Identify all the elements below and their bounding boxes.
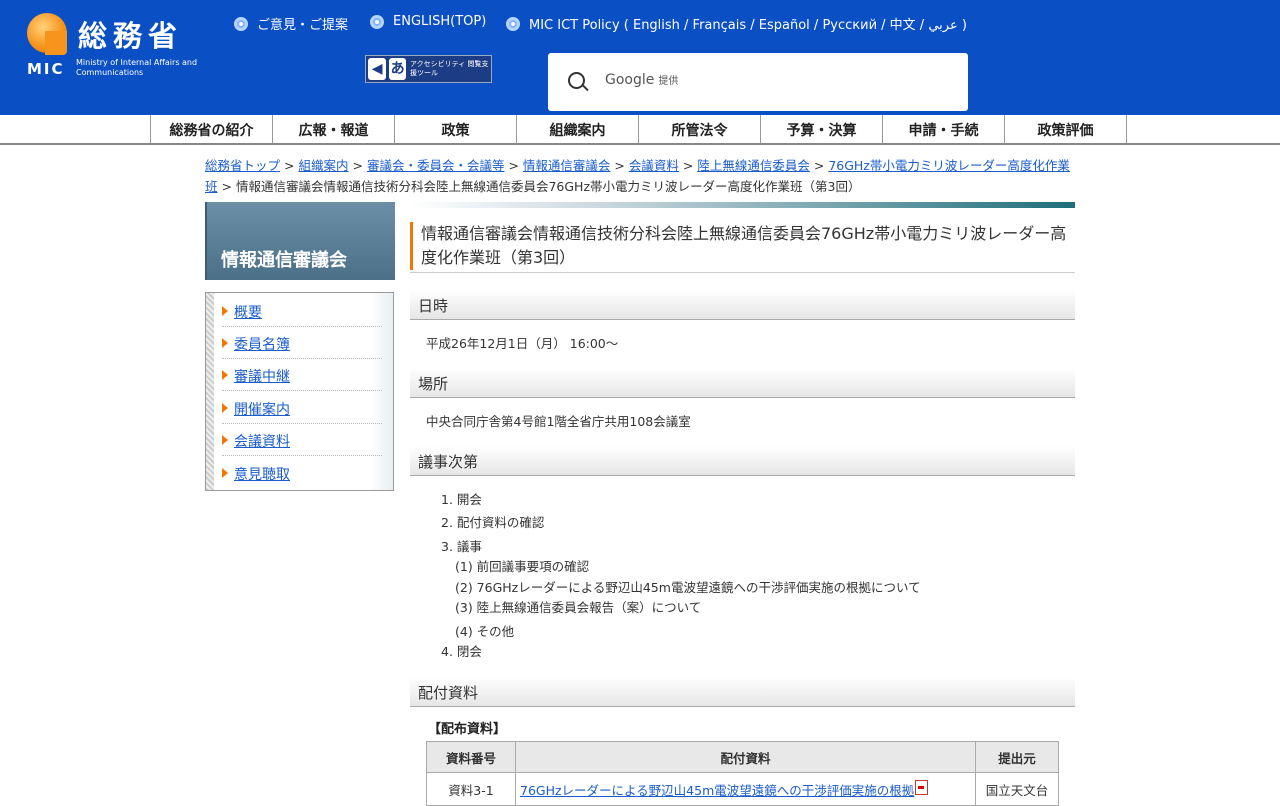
nav-laws[interactable]: 所管法令 xyxy=(639,115,761,143)
nav-press[interactable]: 広報・報道 xyxy=(273,115,395,143)
breadcrumb: 総務省トップ > 組織案内 > 審議会・委員会・会議等 > 情報通信審議会 > … xyxy=(205,158,1070,194)
datetime-text: 平成26年12月1日（月） 16:00～ xyxy=(426,336,619,351)
ict-policy-link[interactable]: MIC ICT Policy ( English / Français / Es… xyxy=(506,14,967,33)
nav-organization[interactable]: 組織案内 xyxy=(517,115,639,143)
agenda-item: 3. 議事 xyxy=(441,539,482,554)
col-header-no: 資料番号 xyxy=(426,741,516,773)
title-divider xyxy=(410,272,1075,273)
accessibility-label: アクセシビリティ 閲覧支援ツール xyxy=(410,60,489,77)
logo-mic: MIC xyxy=(27,60,65,78)
col-header-from: 提出元 xyxy=(975,741,1059,773)
sidebar-item-members[interactable]: 委員名簿 xyxy=(222,327,382,359)
breadcrumb-current: 情報通信審議会情報通信技術分科会陸上無線通信委員会76GHz帯小電力ミリ波レーダ… xyxy=(235,179,861,194)
arrow-right-icon xyxy=(222,338,228,348)
material-link[interactable]: 76GHzレーダーによる野辺山45m電波望遠鏡への干渉評価実施の根拠 xyxy=(520,783,914,798)
breadcrumb-link[interactable]: 総務省トップ xyxy=(205,158,280,173)
nav-policy[interactable]: 政策 xyxy=(395,115,517,143)
agenda-subitem: (1) 前回議事要項の確認 xyxy=(455,559,590,574)
agenda-subitem: (3) 陸上無線通信委員会報告（案）について xyxy=(455,600,702,615)
breadcrumb-link[interactable]: 陸上無線通信委員会 xyxy=(697,158,810,173)
materials-table: 資料番号 配付資料 提出元 資料3-1 76GHzレーダーによる野辺山45m電波… xyxy=(426,741,1059,806)
material-source: 国立天文台 xyxy=(975,772,1059,806)
bullet-icon xyxy=(506,16,520,31)
breadcrumb-link[interactable]: 会議資料 xyxy=(629,158,679,173)
breadcrumb-link[interactable]: 審議会・委員会・会議等 xyxy=(367,158,505,173)
col-header-title: 配付資料 xyxy=(515,741,976,773)
sidebar-item-overview[interactable]: 概要 xyxy=(222,295,382,327)
agenda-subitem: (4) その他 xyxy=(455,624,515,639)
search-box[interactable]: Google 提供 xyxy=(548,53,968,111)
pdf-icon[interactable] xyxy=(915,779,929,795)
table-row: 資料3-1 76GHzレーダーによる野辺山45m電波望遠鏡への干渉評価実施の根拠… xyxy=(426,772,1059,806)
arrow-right-icon xyxy=(222,468,228,478)
speaker-icon: ◀ xyxy=(368,58,387,80)
mic-logo-square xyxy=(45,31,67,55)
sidebar-title: 情報通信審議会 xyxy=(205,202,395,280)
bullet-icon xyxy=(370,14,384,29)
nav-applications[interactable]: 申請・手続 xyxy=(883,115,1005,143)
english-top-link[interactable]: ENGLISH(TOP) xyxy=(370,14,486,29)
nav-about[interactable]: 総務省の紹介 xyxy=(151,115,273,143)
arrow-right-icon xyxy=(222,403,228,413)
sidebar-item-opinions[interactable]: 意見聴取 xyxy=(222,457,382,489)
hiragana-icon: あ xyxy=(389,58,406,80)
sidebar-item-meeting-notice[interactable]: 開催案内 xyxy=(222,392,382,424)
arrow-right-icon xyxy=(222,370,228,380)
content-top-bar xyxy=(410,202,1075,208)
sidebar-item-broadcast[interactable]: 審議中継 xyxy=(222,359,382,391)
nav-budget[interactable]: 予算・決算 xyxy=(761,115,883,143)
sidebar-item-materials[interactable]: 会議資料 xyxy=(222,424,382,456)
search-placeholder: Google 提供 xyxy=(605,72,679,88)
page-title: 情報通信審議会情報通信技術分科会陸上無線通信委員会76GHz帯小電力ミリ波レーダ… xyxy=(410,222,1075,270)
arrow-right-icon xyxy=(222,306,228,316)
material-title-cell: 76GHzレーダーによる野辺山45m電波望遠鏡への干渉評価実施の根拠 xyxy=(515,772,976,806)
place-text: 中央合同庁舎第4号館1階全省庁共用108会議室 xyxy=(426,414,691,429)
agenda-item: 4. 閉会 xyxy=(441,644,482,659)
agenda-item: 1. 開会 xyxy=(441,492,482,507)
section-datetime: 日時 xyxy=(410,290,1075,320)
site-header: 総務省 MIC Ministry of Internal Affairs and… xyxy=(0,0,1280,115)
section-materials: 配付資料 xyxy=(410,677,1075,707)
agenda-subitem: (2) 76GHzレーダーによる野辺山45m電波望遠鏡への干渉評価実施の根拠につ… xyxy=(455,580,921,595)
bullet-icon xyxy=(234,16,248,31)
arrow-right-icon xyxy=(222,435,228,445)
sidebar-menu: 概要 委員名簿 審議中継 開催案内 会議資料 意見聴取 xyxy=(205,292,394,491)
materials-subheading: 【配布資料】 xyxy=(428,722,507,737)
logo-kanji[interactable]: 総務省 xyxy=(78,18,183,54)
global-nav: 総務省の紹介 広報・報道 政策 組織案内 所管法令 予算・決算 申請・手続 政策… xyxy=(0,115,1280,145)
breadcrumb-link[interactable]: 情報通信審議会 xyxy=(523,158,611,173)
breadcrumb-link[interactable]: 組織案内 xyxy=(298,158,348,173)
section-place: 場所 xyxy=(410,368,1075,398)
section-agenda: 議事次第 xyxy=(410,446,1075,476)
table-header-row: 資料番号 配付資料 提出元 xyxy=(426,741,1059,773)
logo-subtitle: Ministry of Internal Affairs and Communi… xyxy=(76,58,198,77)
material-number: 資料3-1 xyxy=(426,772,516,806)
search-icon[interactable] xyxy=(568,72,585,89)
feedback-link[interactable]: ご意見・ご提案 xyxy=(234,14,348,33)
accessibility-tool-button[interactable]: ◀ あ アクセシビリティ 閲覧支援ツール xyxy=(365,55,492,83)
agenda-item: 2. 配付資料の確認 xyxy=(441,515,545,530)
nav-evaluation[interactable]: 政策評価 xyxy=(1005,115,1127,143)
